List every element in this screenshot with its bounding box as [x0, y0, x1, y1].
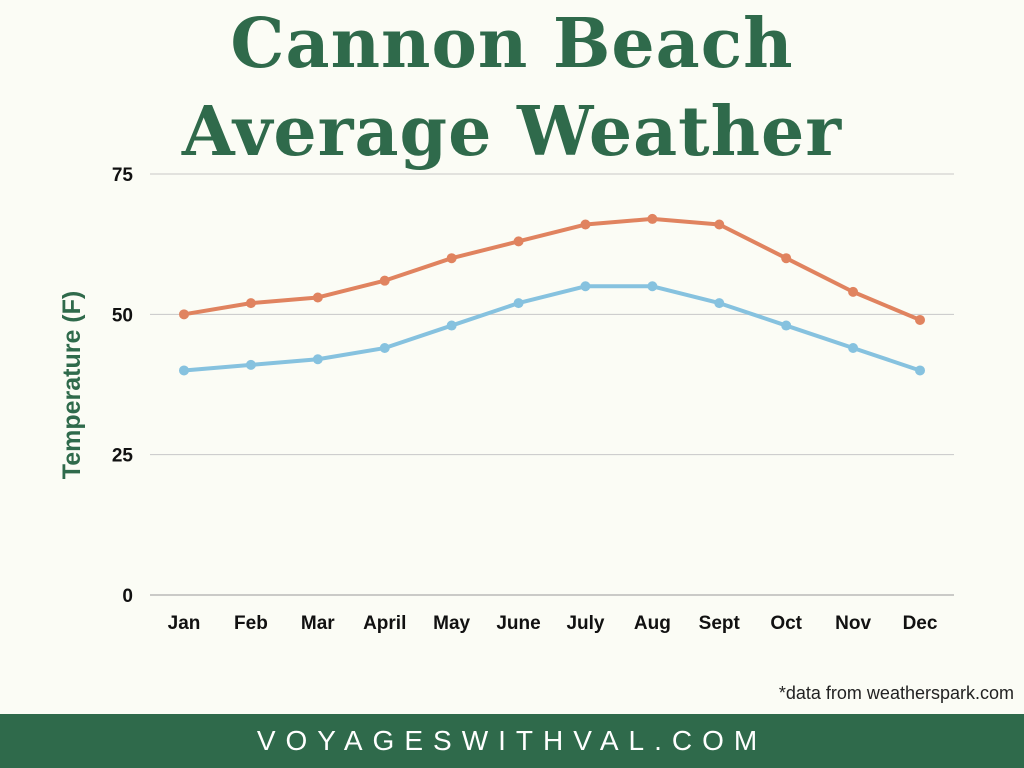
data-point	[781, 320, 792, 331]
data-point	[379, 275, 390, 286]
x-tick-label: Oct	[770, 613, 802, 634]
y-tick-label: 25	[112, 446, 134, 467]
data-point	[580, 219, 591, 230]
data-point	[245, 359, 256, 370]
x-tick-label: Mar	[301, 613, 335, 634]
x-tick-label: June	[496, 613, 540, 634]
data-point	[647, 213, 658, 224]
x-tick-label: May	[433, 613, 470, 634]
y-axis-label: Temperature (F)	[58, 291, 86, 479]
data-point	[379, 343, 390, 354]
x-tick-label: July	[566, 613, 604, 634]
data-point	[446, 320, 457, 331]
x-tick-label: Feb	[234, 613, 268, 634]
y-tick-label: 75	[112, 165, 134, 186]
data-point	[848, 286, 859, 297]
data-point	[312, 354, 323, 365]
data-point	[580, 281, 591, 292]
data-point	[714, 298, 725, 309]
data-point	[513, 236, 524, 247]
y-tick-label: 0	[122, 586, 133, 607]
data-point	[915, 314, 925, 325]
x-tick-label: Dec	[903, 613, 938, 634]
data-point	[446, 253, 457, 264]
y-tick-label: 50	[112, 305, 133, 326]
data-point	[513, 298, 524, 309]
x-tick-label: Sept	[699, 613, 741, 634]
data-point	[848, 343, 859, 354]
data-point	[179, 365, 189, 376]
data-point	[312, 292, 323, 303]
footer-banner: VOYAGESWITHVAL.COM	[0, 714, 1024, 768]
x-tick-label: Aug	[634, 613, 671, 634]
data-point	[781, 253, 792, 264]
x-tick-label: Jan	[168, 613, 201, 634]
data-point	[179, 309, 189, 320]
data-source-note: *data from weatherspark.com	[778, 683, 1014, 703]
x-tick-label: April	[363, 613, 406, 634]
data-point	[714, 219, 725, 230]
data-point	[915, 365, 925, 376]
line-chart: 0 25 50 75 Jan Feb Mar April May June July Aug Sept O…	[58, 165, 954, 634]
x-tick-label: Nov	[835, 613, 871, 634]
data-point	[647, 281, 658, 292]
data-point	[245, 298, 256, 309]
series-line-0	[183, 216, 921, 322]
